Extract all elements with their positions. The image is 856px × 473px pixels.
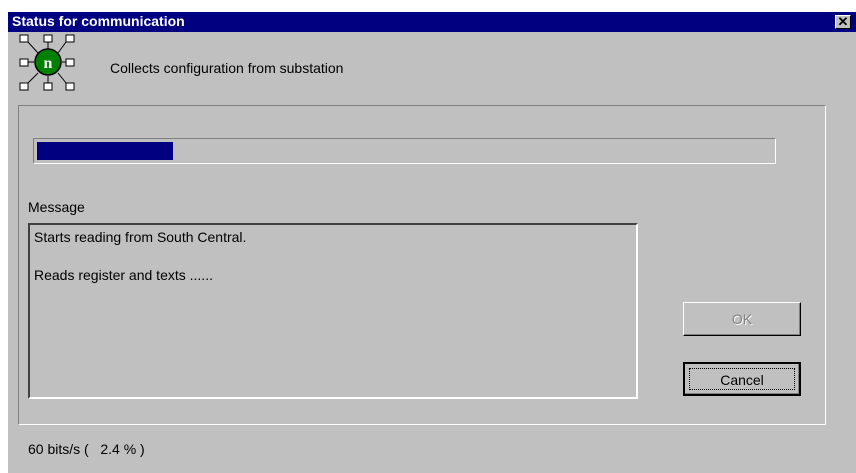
- window-title: Status for communication: [12, 13, 185, 29]
- message-line: Reads register and texts ......: [34, 267, 213, 283]
- message-label: Message: [28, 199, 85, 215]
- cancel-button[interactable]: Cancel: [683, 362, 801, 396]
- message-line: Starts reading from South Central.: [34, 229, 247, 245]
- transfer-rate-status: 60 bits/s ( 2.4 % ): [28, 441, 145, 457]
- icon-letter: n: [44, 55, 53, 72]
- title-bar[interactable]: Status for communication ✕: [8, 12, 856, 32]
- ok-button[interactable]: OK: [683, 302, 801, 336]
- message-box[interactable]: Starts reading from South Central. Reads …: [28, 223, 638, 399]
- close-icon[interactable]: ✕: [835, 15, 851, 29]
- progress-fill: [37, 142, 173, 160]
- operation-description: Collects configuration from substation: [110, 60, 344, 76]
- cancel-button-label: Cancel: [689, 368, 795, 390]
- progress-bar: [33, 138, 776, 164]
- message-line: [34, 246, 632, 266]
- substation-network-icon: n: [19, 34, 75, 91]
